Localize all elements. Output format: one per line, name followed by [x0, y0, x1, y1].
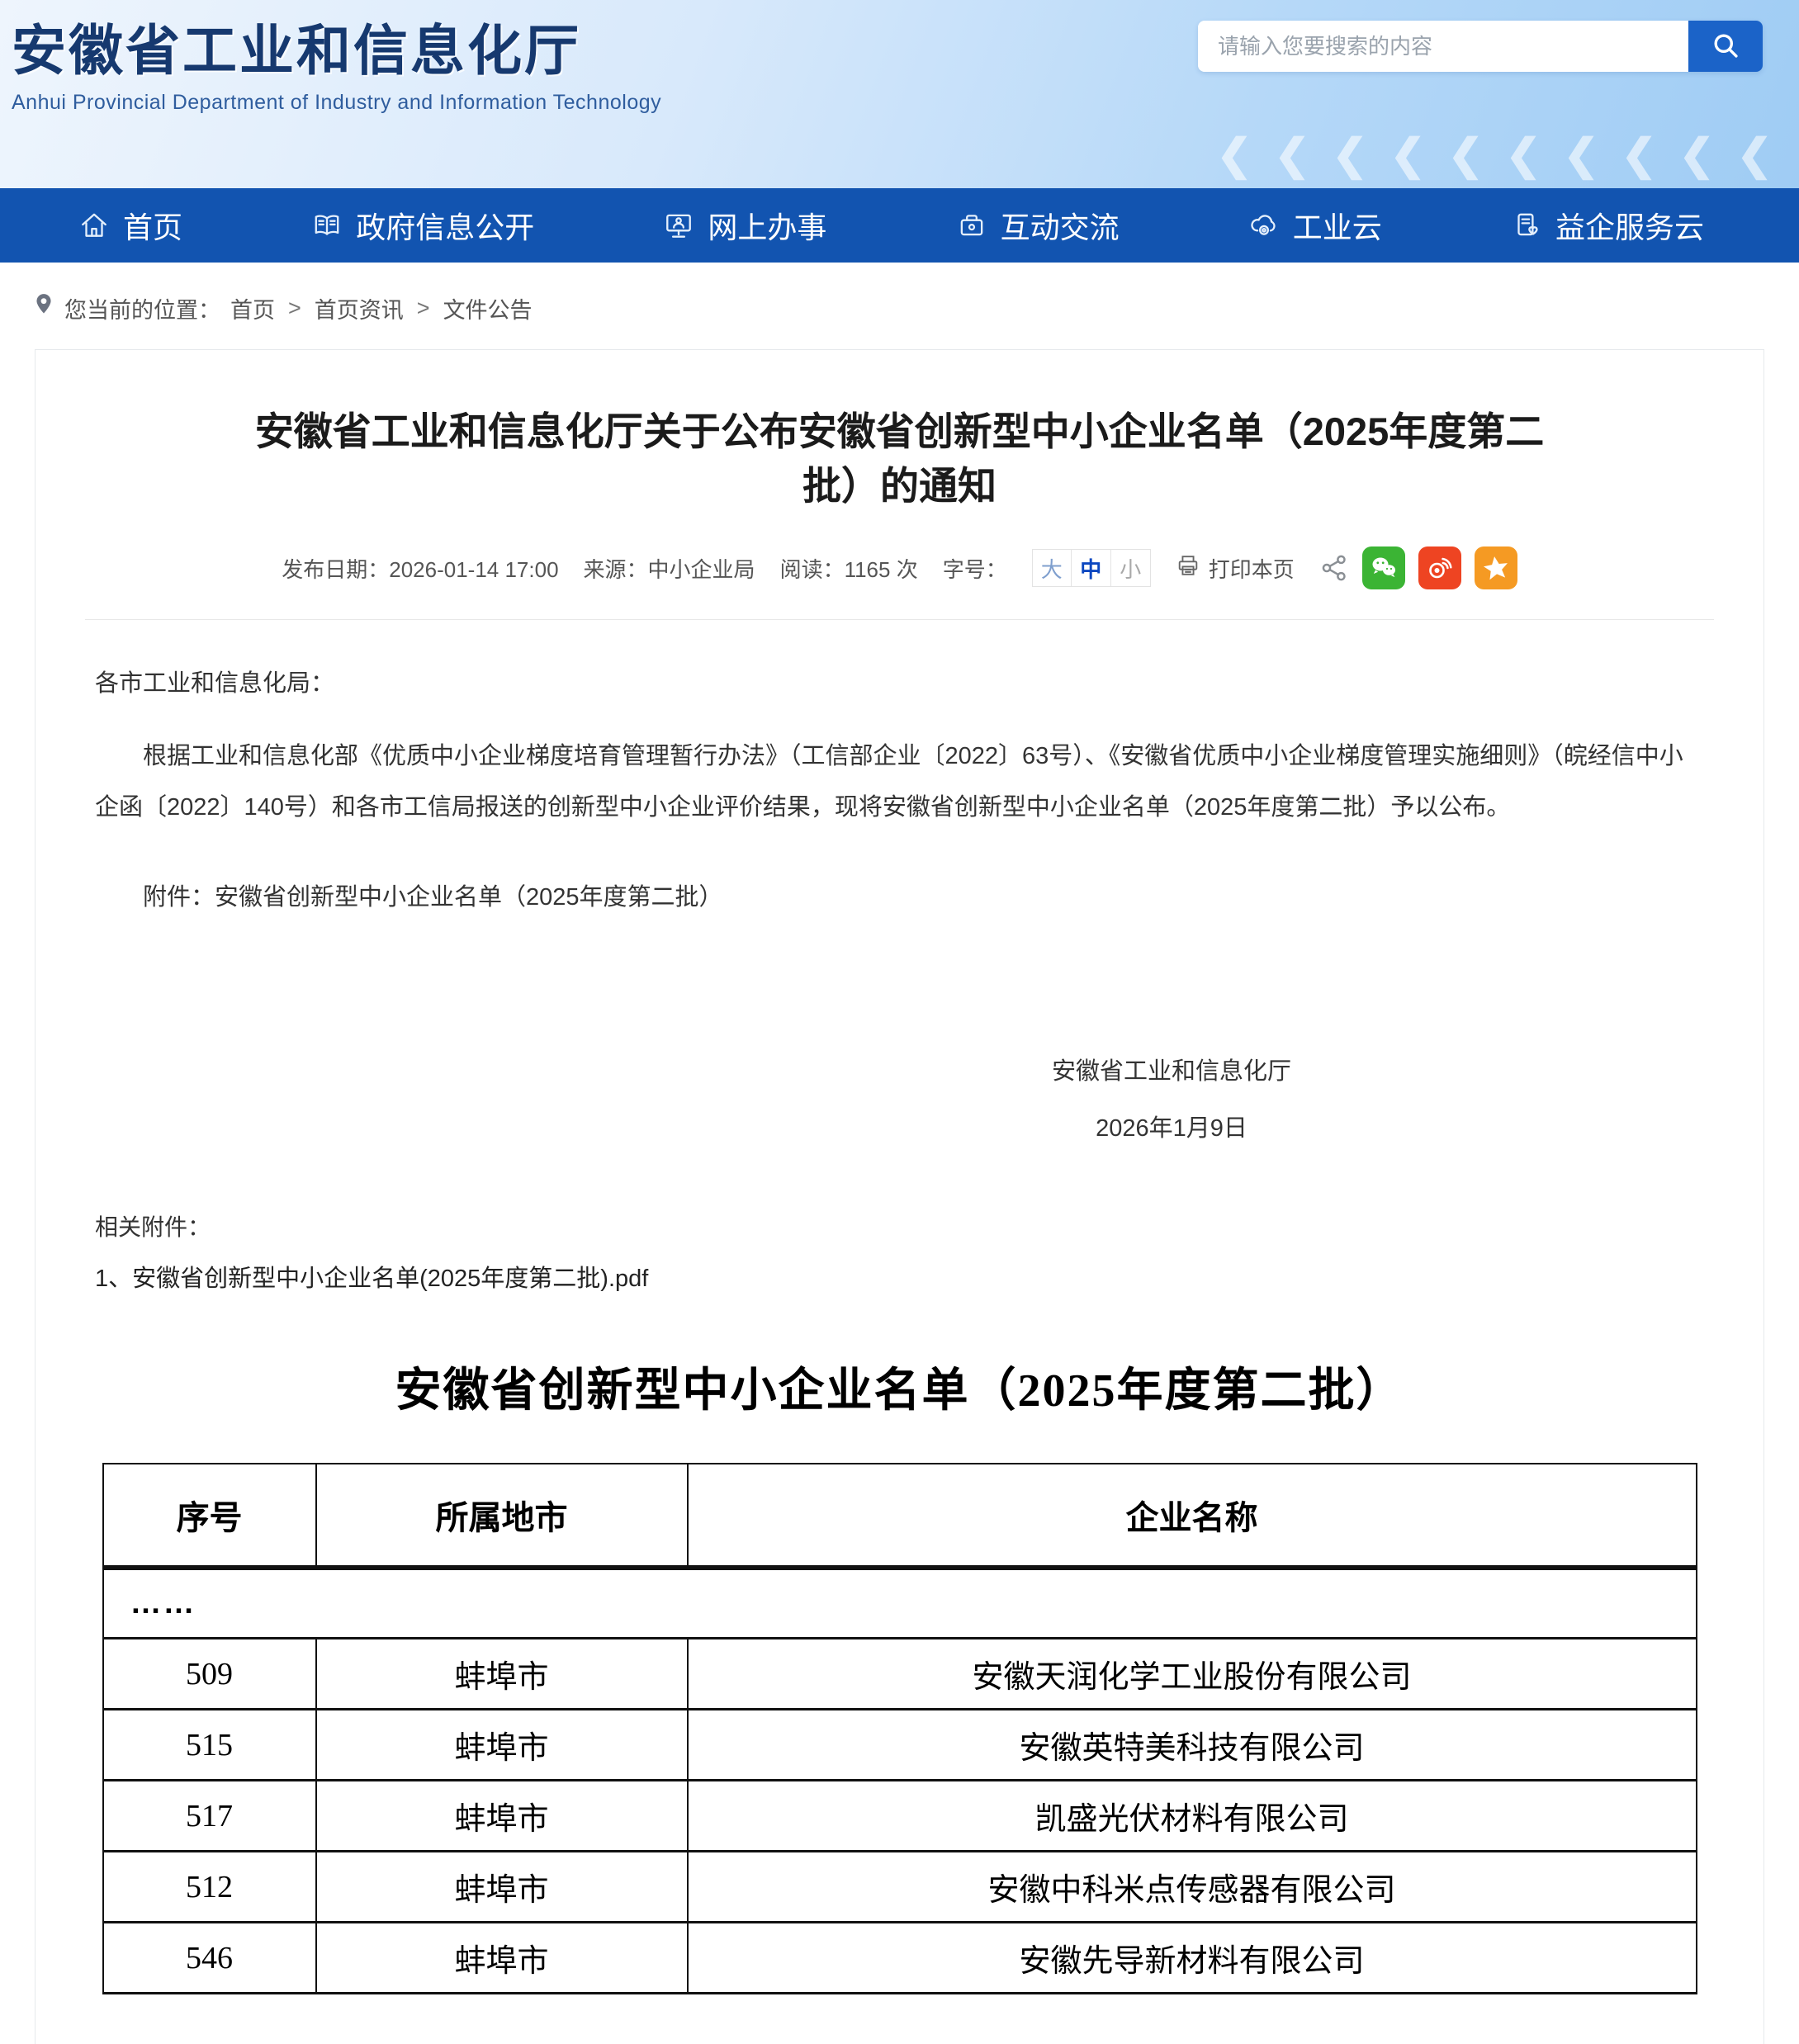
- header-city: 所属地市: [316, 1464, 688, 1568]
- signer-name: 安徽省工业和信息化厅: [1052, 1043, 1291, 1101]
- table-row: 512 蚌埠市 安徽中科米点传感器有限公司: [103, 1852, 1697, 1923]
- cell-seq: 515: [103, 1710, 316, 1781]
- site-subtitle: Anhui Provincial Department of Industry …: [12, 91, 661, 115]
- cell-city: 蚌埠市: [316, 1923, 688, 1994]
- nav-item-gov-info[interactable]: 政府信息公开: [311, 204, 534, 247]
- enterprise-service-icon: [1511, 210, 1542, 241]
- cell-company: 安徽先导新材料有限公司: [688, 1923, 1697, 1994]
- nav-item-interaction[interactable]: 互动交流: [956, 204, 1120, 247]
- article-source: 来源：中小企业局: [584, 553, 755, 584]
- cell-city: 蚌埠市: [316, 1852, 688, 1923]
- breadcrumb-separator: >: [288, 296, 301, 321]
- share-icon[interactable]: [1319, 553, 1349, 583]
- cell-company: 安徽中科米点传感器有限公司: [688, 1852, 1697, 1923]
- article-card: 安徽省工业和信息化厅关于公布安徽省创新型中小企业名单（2025年度第二批）的通知…: [35, 349, 1764, 2044]
- font-size-switcher: 大 中 小: [1032, 549, 1151, 587]
- search-icon: [1711, 31, 1740, 63]
- cell-seq: 517: [103, 1781, 316, 1852]
- site-search: [1198, 21, 1763, 72]
- table-row: 509 蚌埠市 安徽天润化学工业股份有限公司: [103, 1639, 1697, 1710]
- breadcrumb-announcements[interactable]: 文件公告: [443, 292, 533, 324]
- header-company: 企业名称: [688, 1464, 1697, 1568]
- table-title: 安徽省创新型中小企业名单（2025年度第二批）: [95, 1353, 1704, 1420]
- site-logo: 安徽省工业和信息化厅 Anhui Provincial Department o…: [12, 7, 661, 115]
- cell-company: 凯盛光伏材料有限公司: [688, 1781, 1697, 1852]
- table-row-ellipsis: ……: [103, 1568, 1697, 1639]
- article-title: 安徽省工业和信息化厅关于公布安徽省创新型中小企业名单（2025年度第二批）的通知: [239, 405, 1560, 513]
- signature-block: 安徽省工业和信息化厅 2026年1月9日: [1052, 1043, 1291, 1158]
- font-size-large-button[interactable]: 大: [1032, 549, 1072, 587]
- decorative-chevrons: [1216, 130, 1778, 180]
- article-paragraph: 根据工业和信息化部《优质中小企业梯度培育管理暂行办法》（工信部企业〔2022〕6…: [95, 731, 1704, 834]
- font-size-label: 字号：: [943, 553, 1007, 584]
- header-seq: 序号: [103, 1464, 316, 1568]
- breadcrumb-prefix: 您当前的位置：: [64, 292, 220, 324]
- article-body: 各市工业和信息化局： 根据工业和信息化部《优质中小企业梯度培育管理暂行办法》（工…: [95, 660, 1704, 1294]
- nav-item-label: 益企服务云: [1555, 204, 1704, 247]
- site-title: 安徽省工业和信息化厅: [12, 7, 661, 86]
- font-size-medium-button[interactable]: 中: [1072, 549, 1111, 587]
- site-header: 安徽省工业和信息化厅 Anhui Provincial Department o…: [0, 0, 1799, 188]
- open-book-icon: [311, 210, 343, 241]
- attachment-pdf-link[interactable]: 1、安徽省创新型中小企业名单(2025年度第二批).pdf: [95, 1259, 648, 1294]
- font-size-small-button[interactable]: 小: [1111, 549, 1151, 587]
- cell-city: 蚌埠市: [316, 1710, 688, 1781]
- nav-item-industry-cloud[interactable]: 工业云: [1248, 204, 1382, 247]
- share-bar: [1319, 546, 1517, 589]
- cell-seq: 546: [103, 1923, 316, 1994]
- table-row: 517 蚌埠市 凯盛光伏材料有限公司: [103, 1781, 1697, 1852]
- nav-item-label: 政府信息公开: [356, 204, 534, 247]
- print-button[interactable]: 打印本页: [1176, 553, 1295, 584]
- weibo-share-icon[interactable]: [1418, 546, 1461, 589]
- briefcase-icon: [956, 210, 987, 241]
- cell-seq: 512: [103, 1852, 316, 1923]
- main-nav: 首页 政府信息公开 网上办事 互动交流: [0, 188, 1799, 263]
- nav-item-online-service[interactable]: 网上办事: [663, 204, 826, 247]
- breadcrumb-home[interactable]: 首页: [230, 292, 275, 324]
- home-icon: [78, 210, 110, 241]
- table-row: 515 蚌埠市 安徽英特美科技有限公司: [103, 1710, 1697, 1781]
- wechat-share-icon[interactable]: [1362, 546, 1405, 589]
- publish-date: 发布日期：2026-01-14 17:00: [282, 553, 558, 584]
- company-table: 序号 所属地市 企业名称 …… 509 蚌埠市 安徽天润化学工业股份有限公司 5…: [102, 1463, 1697, 1995]
- sign-date: 2026年1月9日: [1052, 1100, 1291, 1158]
- nav-item-label: 网上办事: [708, 204, 826, 247]
- table-header-row: 序号 所属地市 企业名称: [103, 1464, 1697, 1568]
- search-input[interactable]: [1198, 21, 1688, 72]
- view-count: 阅读：1165 次: [780, 553, 918, 584]
- nav-item-label: 首页: [123, 204, 182, 247]
- nav-item-home[interactable]: 首页: [78, 204, 182, 247]
- ellipsis-cell: ……: [103, 1568, 1697, 1639]
- breadcrumb: 您当前的位置： 首页 > 首页资讯 > 文件公告: [0, 263, 1799, 349]
- article-meta: 发布日期：2026-01-14 17:00 来源：中小企业局 阅读：1165 次…: [95, 546, 1704, 589]
- industry-cloud-icon: [1248, 210, 1280, 241]
- breadcrumb-separator: >: [417, 296, 430, 321]
- nav-item-label: 工业云: [1293, 204, 1382, 247]
- print-label: 打印本页: [1209, 553, 1295, 584]
- table-row: 546 蚌埠市 安徽先导新材料有限公司: [103, 1923, 1697, 1994]
- favorite-star-icon[interactable]: [1475, 546, 1517, 589]
- meta-divider: [85, 619, 1714, 620]
- location-pin-icon: [33, 292, 54, 324]
- cell-city: 蚌埠市: [316, 1639, 688, 1710]
- cell-company: 安徽天润化学工业股份有限公司: [688, 1639, 1697, 1710]
- cell-seq: 509: [103, 1639, 316, 1710]
- breadcrumb-news[interactable]: 首页资讯: [315, 292, 404, 324]
- nav-item-label: 互动交流: [1001, 204, 1120, 247]
- search-button[interactable]: [1688, 21, 1763, 72]
- printer-icon: [1176, 553, 1200, 584]
- attachment-line: 附件：安徽省创新型中小企业名单（2025年度第二批）: [95, 873, 1704, 921]
- cell-company: 安徽英特美科技有限公司: [688, 1710, 1697, 1781]
- nav-item-enterprise-service[interactable]: 益企服务云: [1511, 204, 1704, 247]
- related-attachments-label: 相关附件：: [95, 1209, 1704, 1242]
- cell-city: 蚌埠市: [316, 1781, 688, 1852]
- online-service-monitor-icon: [663, 210, 694, 241]
- salutation: 各市工业和信息化局：: [95, 660, 1704, 707]
